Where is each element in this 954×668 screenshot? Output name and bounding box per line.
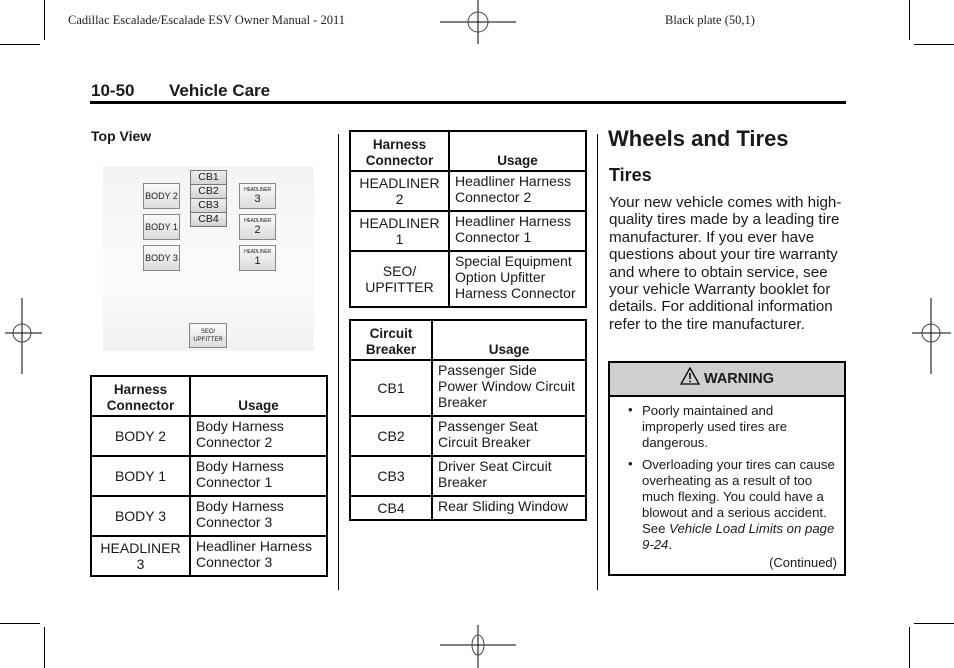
- section-rule: [90, 101, 846, 104]
- table-header: Usage: [448, 130, 587, 172]
- column-divider: [338, 134, 339, 590]
- crop-mark: [44, 627, 45, 668]
- table-row: CB1 Passenger Side Power Window Circuit …: [349, 359, 587, 417]
- table-row: HEADLINER 3 Headliner Harness Connector …: [90, 535, 328, 577]
- crop-mark: [0, 623, 40, 624]
- usage-cell: Headliner Harness Connector 3: [189, 535, 328, 577]
- table-row: BODY 3 Body Harness Connector 3: [90, 495, 328, 537]
- diagram-label: SEO/: [200, 329, 216, 335]
- crop-mark: [909, 0, 910, 40]
- breaker-cell: CB3: [349, 455, 433, 497]
- wheels-and-tires-heading: Wheels and Tires: [608, 126, 789, 151]
- usage-cell: Body Harness Connector 2: [189, 415, 328, 457]
- table-row: BODY 2 Body Harness Connector 2: [90, 415, 328, 457]
- crop-mark: [0, 44, 40, 45]
- tires-subheading: Tires: [609, 165, 652, 185]
- usage-cell: Headliner Harness Connector 1: [448, 210, 587, 252]
- connector-cell: BODY 1: [90, 455, 191, 497]
- table-row: CB4 Rear Sliding Window: [349, 495, 587, 521]
- diagram-headliner-1: HEADLINER 1: [239, 245, 276, 271]
- warning-triangle-icon: [679, 367, 700, 385]
- circuit-breaker-table: Circuit Breaker Usage CB1 Passenger Side…: [349, 319, 587, 521]
- section-title: Vehicle Care: [169, 81, 271, 100]
- table-row: HEADLINER 1 Headliner Harness Connector …: [349, 210, 587, 252]
- warning-box: WARNING • Poorly maintained and improper…: [608, 361, 846, 576]
- diagram-headliner-3: HEADLINER 3: [239, 183, 276, 209]
- diagram-body-1: BODY 1: [143, 214, 180, 240]
- connector-cell: HEADLINER 1: [349, 210, 450, 252]
- diagram-body-2: BODY 2: [143, 183, 180, 209]
- column-divider: [597, 134, 598, 590]
- warning-item: • Overloading your tires can cause overh…: [616, 456, 838, 553]
- running-header-title: Cadillac Escalade/Escalade ESV Owner Man…: [68, 13, 345, 27]
- connector-cell: HEADLINER 2: [349, 170, 450, 212]
- crop-mark: [914, 623, 954, 624]
- page-number: 10-50: [91, 81, 135, 100]
- warning-header: WARNING: [610, 363, 844, 397]
- diagram-body-3: BODY 3: [143, 245, 180, 271]
- usage-cell: Passenger Side Power Window Circuit Brea…: [431, 359, 587, 417]
- warning-list: • Poorly maintained and improperly used …: [610, 397, 844, 553]
- breaker-cell: CB4: [349, 495, 433, 521]
- diagram-number: 2: [254, 224, 261, 236]
- diagram-number: 1: [254, 255, 261, 267]
- connector-cell: BODY 2: [90, 415, 191, 457]
- usage-cell: Body Harness Connector 3: [189, 495, 328, 537]
- diagram-cb2: CB2: [191, 185, 226, 199]
- usage-cell: Special Equipment Option Upfitter Harnes…: [448, 250, 587, 308]
- table-row: CB3 Driver Seat Circuit Breaker: [349, 455, 587, 497]
- warning-item-text: Poorly maintained and improperly used ti…: [642, 403, 788, 450]
- diagram-headliner-2: HEADLINER 2: [239, 214, 276, 240]
- crop-mark: [44, 0, 45, 40]
- diagram-label: UPFITTER: [193, 337, 223, 343]
- bullet-icon: •: [628, 402, 633, 417]
- diagram-cb3: CB3: [191, 199, 226, 213]
- diagram-cb1: CB1: [191, 171, 226, 185]
- table-header: Harness Connector: [90, 375, 191, 417]
- table-header: Harness Connector: [349, 130, 450, 172]
- usage-cell: Passenger Seat Circuit Breaker: [431, 415, 587, 457]
- diagram-circuit-breakers: CB1 CB2 CB3 CB4: [190, 170, 227, 227]
- table-header: Circuit Breaker: [349, 319, 433, 361]
- crop-mark: [914, 44, 954, 45]
- usage-cell: Rear Sliding Window: [431, 495, 587, 521]
- connector-cell: HEADLINER 3: [90, 535, 191, 577]
- registration-mark-icon: [912, 298, 951, 374]
- connector-cell: SEO/ UPFITTER: [349, 250, 450, 308]
- section-heading: 10-50 Vehicle Care: [91, 81, 270, 101]
- connector-cell: BODY 3: [90, 495, 191, 537]
- table-row: BODY 1 Body Harness Connector 1: [90, 455, 328, 497]
- tires-paragraph: Your new vehicle comes with high-quality…: [609, 194, 842, 333]
- top-view-title: Top View: [91, 128, 152, 144]
- diagram-number: 3: [254, 193, 261, 205]
- bullet-icon: •: [628, 456, 633, 471]
- table-header: Usage: [431, 319, 587, 361]
- harness-connector-table-continued: Harness Connector Usage HEADLINER 2 Head…: [349, 130, 587, 308]
- diagram-cb4: CB4: [191, 213, 226, 226]
- warning-item-text: .: [668, 537, 673, 552]
- usage-cell: Driver Seat Circuit Breaker: [431, 455, 587, 497]
- harness-connector-table: Harness Connector Usage BODY 2 Body Harn…: [90, 375, 328, 577]
- registration-mark-icon: [440, 0, 516, 44]
- table-header: Usage: [189, 375, 328, 417]
- crop-mark: [909, 627, 910, 668]
- usage-cell: Headliner Harness Connector 2: [448, 170, 587, 212]
- continued-label: (Continued): [769, 555, 837, 570]
- usage-cell: Body Harness Connector 1: [189, 455, 328, 497]
- running-header-plate: Black plate (50,1): [665, 13, 755, 27]
- table-row: CB2 Passenger Seat Circuit Breaker: [349, 415, 587, 457]
- breaker-cell: CB1: [349, 359, 433, 417]
- table-row: HEADLINER 2 Headliner Harness Connector …: [349, 170, 587, 212]
- diagram-seo-upfitter: SEO/ UPFITTER: [189, 323, 227, 348]
- table-row: SEO/ UPFITTER Special Equipment Option U…: [349, 250, 587, 308]
- registration-mark-icon: [5, 298, 42, 374]
- breaker-cell: CB2: [349, 415, 433, 457]
- warning-item: • Poorly maintained and improperly used …: [616, 402, 838, 451]
- warning-title: WARNING: [703, 371, 775, 387]
- registration-mark-icon: [440, 625, 516, 668]
